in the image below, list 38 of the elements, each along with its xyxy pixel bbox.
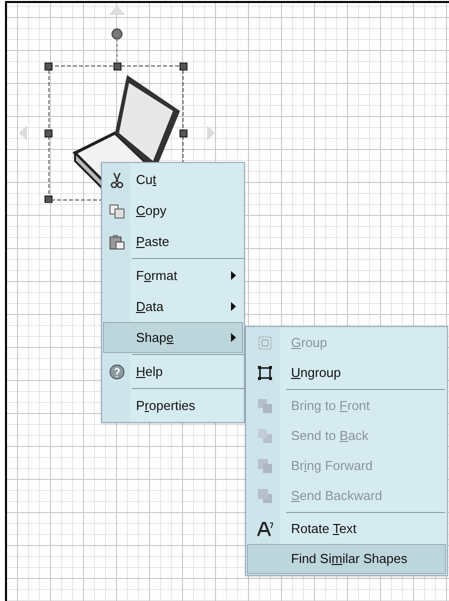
clipboard-icon bbox=[109, 234, 125, 250]
menu-item[interactable]: Copy bbox=[103, 195, 243, 226]
menu-item-label: Shape bbox=[135, 328, 175, 347]
menu-item-label: Rotate Text bbox=[290, 520, 358, 538]
menu-item[interactable]: Help bbox=[103, 356, 243, 387]
rotated-letter-icon bbox=[257, 521, 273, 537]
ungroup-icon bbox=[257, 365, 273, 381]
menu-item-label: Find Similar Shapes bbox=[290, 550, 408, 568]
menu-item[interactable]: Properties bbox=[103, 390, 243, 421]
menu-item[interactable]: Rotate Text bbox=[247, 514, 446, 544]
menu-item-label: Help bbox=[135, 362, 164, 381]
menu-item-label: Paste bbox=[135, 232, 170, 251]
help-icon bbox=[109, 364, 125, 380]
stacked-squares-icon bbox=[257, 488, 273, 504]
menu-item[interactable]: Format bbox=[103, 260, 243, 291]
menu-item[interactable]: Shape bbox=[103, 322, 243, 353]
menu-item[interactable]: Ungroup bbox=[247, 358, 446, 388]
menu-item[interactable]: Cut bbox=[103, 164, 243, 195]
scissors-icon bbox=[109, 172, 125, 188]
menu-item[interactable]: Data bbox=[103, 291, 243, 322]
menu-item-label: Send to Back bbox=[290, 427, 370, 446]
menu-item-label: Data bbox=[135, 298, 164, 316]
menu-item-label: Format bbox=[135, 266, 178, 285]
menu-item-label: Ungroup bbox=[290, 364, 342, 382]
menu-item-label: Bring Forward bbox=[290, 457, 374, 476]
stacked-squares-icon bbox=[257, 398, 273, 414]
menu-item-label: Cut bbox=[135, 170, 158, 189]
menu-item-label: Group bbox=[290, 334, 328, 352]
menu-item[interactable]: Find Similar Shapes bbox=[247, 544, 446, 574]
menu-item-label: Properties bbox=[135, 396, 196, 415]
stacked-squares-icon bbox=[257, 458, 273, 474]
menu-item-label: Copy bbox=[135, 202, 168, 220]
menu-item-label: Bring to Front bbox=[290, 397, 371, 416]
menu-item[interactable]: Paste bbox=[103, 226, 243, 257]
group-icon bbox=[257, 335, 273, 351]
stacked-squares-icon bbox=[257, 428, 273, 444]
menu-item-label: Send Backward bbox=[290, 487, 384, 506]
copy-icon bbox=[109, 202, 125, 218]
